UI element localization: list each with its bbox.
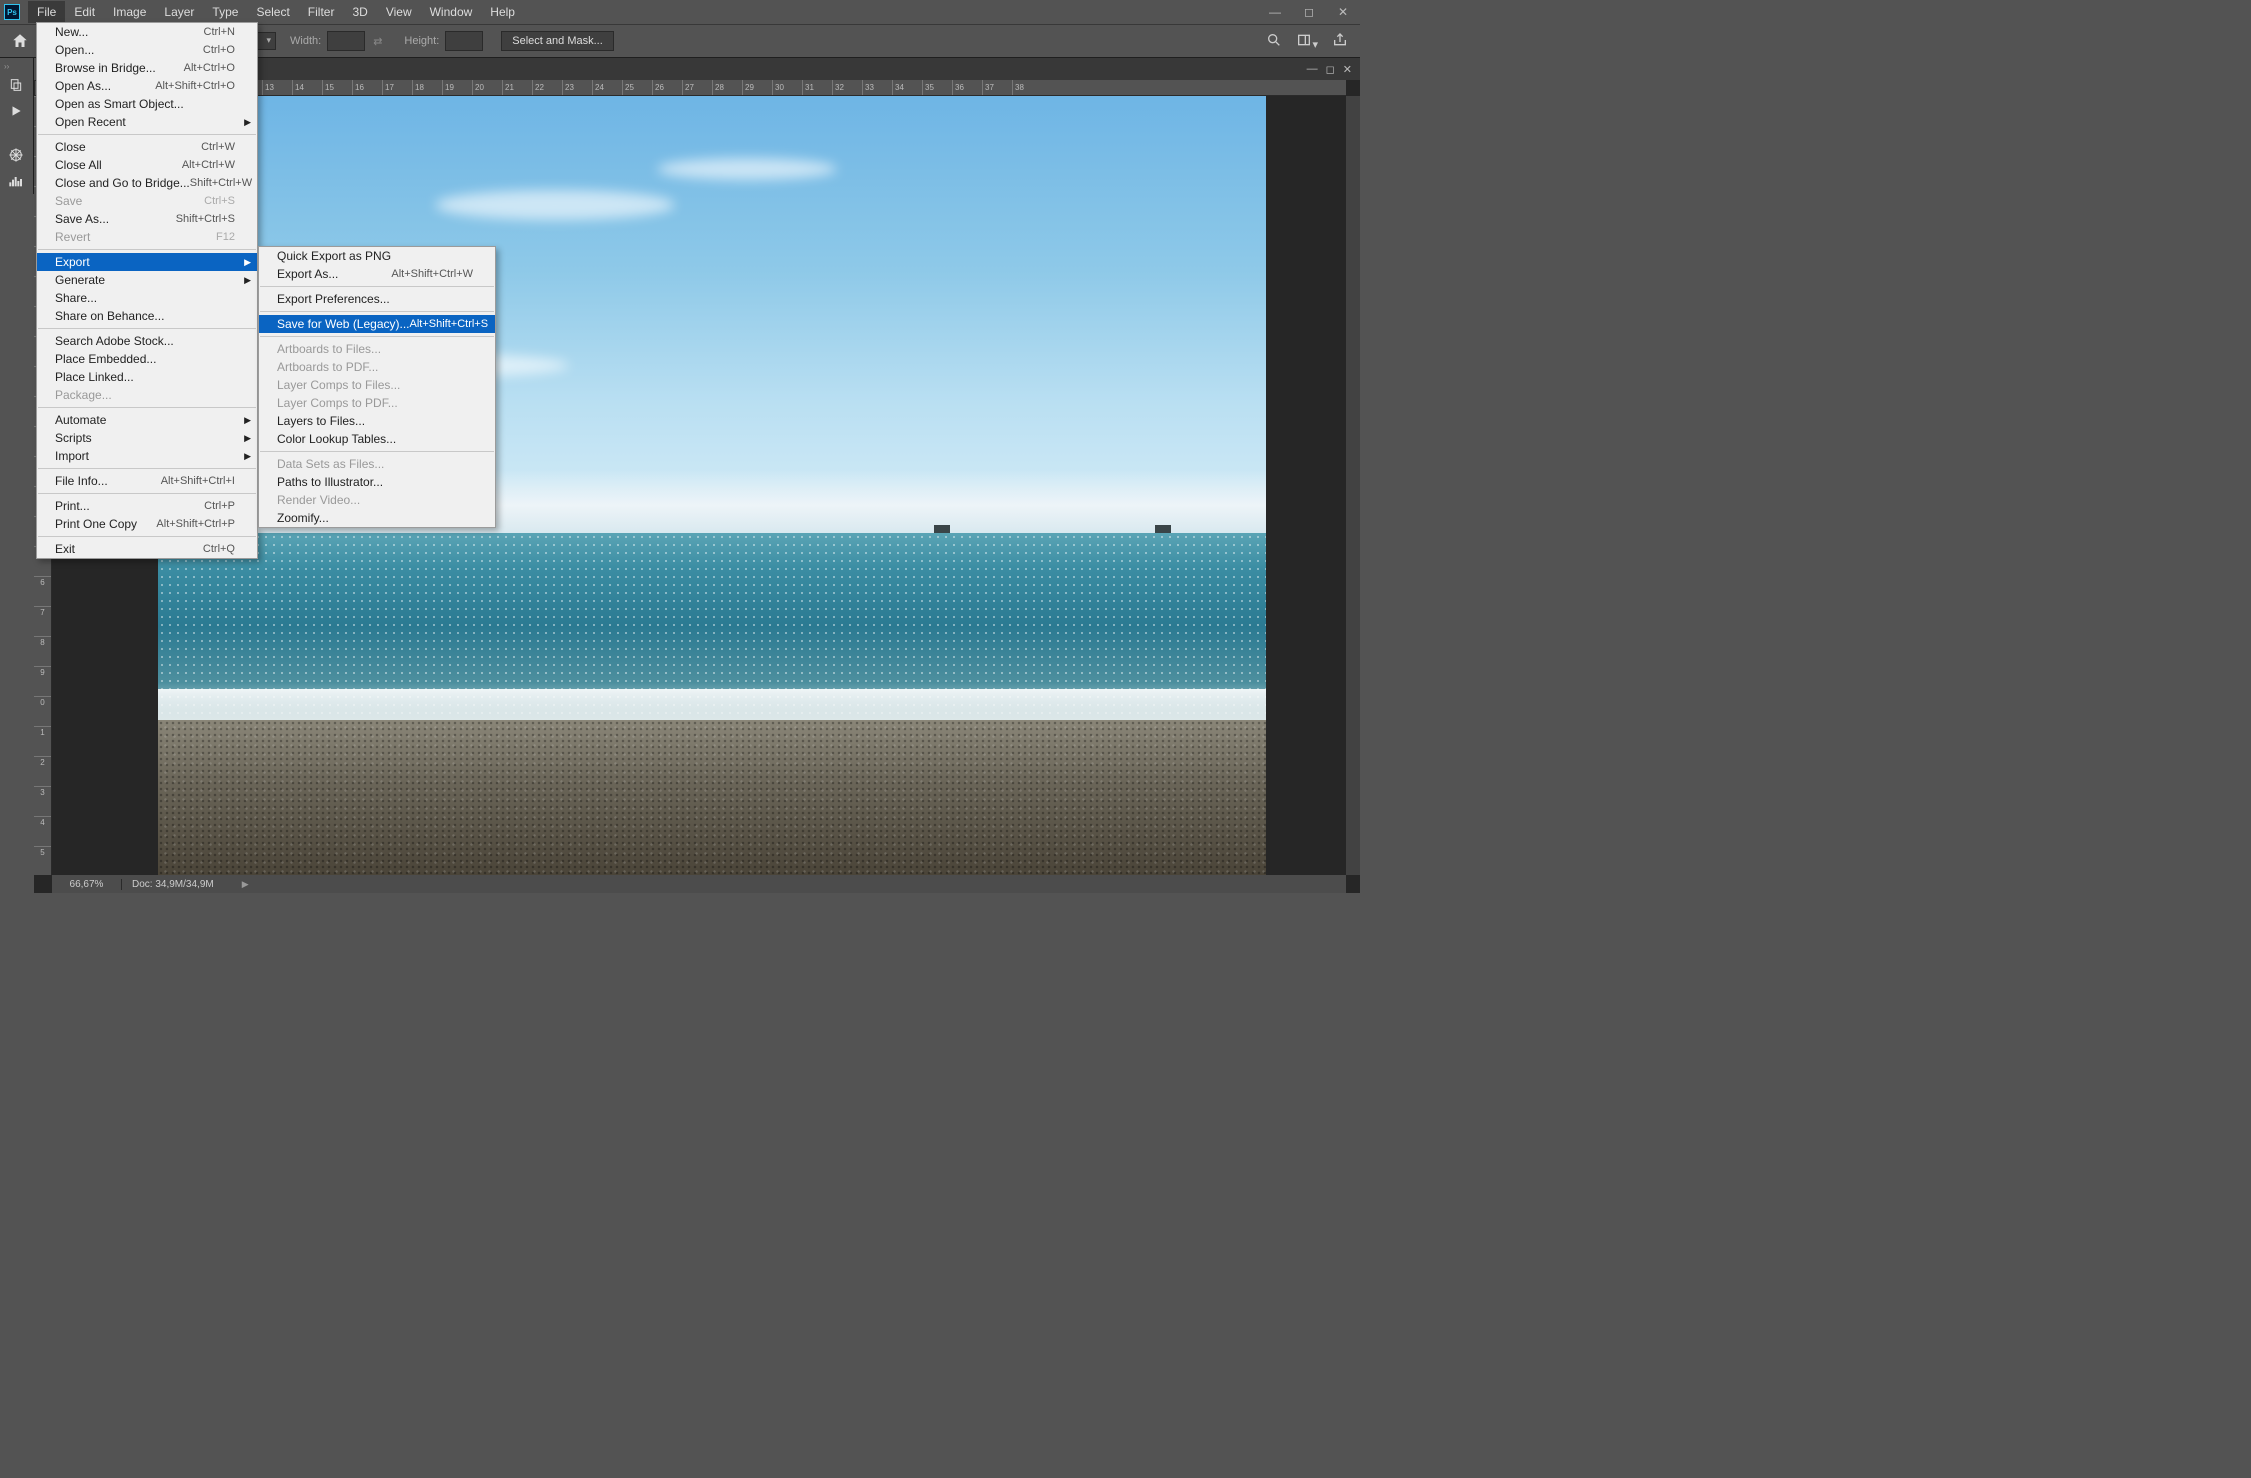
height-input[interactable] (445, 31, 483, 51)
menu-item-close-all[interactable]: Close AllAlt+Ctrl+W (37, 156, 257, 174)
select-and-mask-button[interactable]: Select and Mask... (501, 31, 614, 51)
maximize-button[interactable]: ◻ (1292, 5, 1326, 19)
menu-item-layers-to-files[interactable]: Layers to Files... (259, 412, 495, 430)
home-icon[interactable] (6, 27, 34, 55)
menu-item-package: Package... (37, 386, 257, 404)
search-icon[interactable] (1266, 32, 1282, 51)
menu-bar: Ps FileEditImageLayerTypeSelectFilter3DV… (0, 0, 1360, 24)
minimize-button[interactable]: — (1258, 5, 1292, 19)
workspace-switcher-icon[interactable]: ▾ (1296, 32, 1318, 51)
doc-size-status: Doc: 34,9M/34,9M (122, 879, 214, 890)
menu-item-print-one-copy[interactable]: Print One CopyAlt+Shift+Ctrl+P (37, 515, 257, 533)
swap-icon[interactable]: ⇄ (373, 35, 382, 48)
tab-minimize-icon[interactable]: — (1307, 63, 1318, 76)
menu-item-data-sets-as-files: Data Sets as Files... (259, 455, 495, 473)
menu-item-color-lookup-tables[interactable]: Color Lookup Tables... (259, 430, 495, 448)
menu-item-import[interactable]: Import▶ (37, 447, 257, 465)
menu-item-save-as[interactable]: Save As...Shift+Ctrl+S (37, 210, 257, 228)
file-menu-dropdown: New...Ctrl+NOpen...Ctrl+OBrowse in Bridg… (36, 22, 258, 559)
menu-item-open-as-smart-object[interactable]: Open as Smart Object... (37, 95, 257, 113)
menu-type[interactable]: Type (203, 1, 247, 23)
menu-item-place-linked[interactable]: Place Linked... (37, 368, 257, 386)
menu-item-export-preferences[interactable]: Export Preferences... (259, 290, 495, 308)
menu-item-automate[interactable]: Automate▶ (37, 411, 257, 429)
menu-item-new[interactable]: New...Ctrl+N (37, 23, 257, 41)
tab-close-icon[interactable]: ✕ (1343, 63, 1352, 76)
menu-select[interactable]: Select (247, 1, 298, 23)
menu-item-layer-comps-to-pdf: Layer Comps to PDF... (259, 394, 495, 412)
vertical-scrollbar[interactable] (1346, 96, 1360, 875)
menu-item-open-recent[interactable]: Open Recent▶ (37, 113, 257, 131)
window-controls: — ◻ ✕ (1258, 5, 1360, 19)
share-icon[interactable] (1332, 32, 1348, 51)
menu-file[interactable]: File (28, 1, 65, 23)
menu-item-layer-comps-to-files: Layer Comps to Files... (259, 376, 495, 394)
menu-edit[interactable]: Edit (65, 1, 104, 23)
menu-item-artboards-to-pdf: Artboards to PDF... (259, 358, 495, 376)
menu-item-render-video: Render Video... (259, 491, 495, 509)
export-submenu-dropdown: Quick Export as PNGExport As...Alt+Shift… (258, 246, 496, 528)
status-menu-icon[interactable]: ▶ (242, 879, 249, 890)
menu-filter[interactable]: Filter (299, 1, 344, 23)
menu-item-artboards-to-files: Artboards to Files... (259, 340, 495, 358)
menu-item-open-as[interactable]: Open As...Alt+Shift+Ctrl+O (37, 77, 257, 95)
menu-3d[interactable]: 3D (343, 1, 376, 23)
menu-item-browse-in-bridge[interactable]: Browse in Bridge...Alt+Ctrl+O (37, 59, 257, 77)
menu-item-share[interactable]: Share... (37, 289, 257, 307)
menu-item-zoomify[interactable]: Zoomify... (259, 509, 495, 527)
menu-item-save: SaveCtrl+S (37, 192, 257, 210)
menu-item-save-for-web-legacy[interactable]: Save for Web (Legacy)...Alt+Shift+Ctrl+S (259, 315, 495, 333)
menu-item-export-as[interactable]: Export As...Alt+Shift+Ctrl+W (259, 265, 495, 283)
menu-view[interactable]: View (377, 1, 421, 23)
menu-item-revert: RevertF12 (37, 228, 257, 246)
menu-item-paths-to-illustrator[interactable]: Paths to Illustrator... (259, 473, 495, 491)
menu-item-generate[interactable]: Generate▶ (37, 271, 257, 289)
menu-item-scripts[interactable]: Scripts▶ (37, 429, 257, 447)
menu-item-close-and-go-to-bridge[interactable]: Close and Go to Bridge...Shift+Ctrl+W (37, 174, 257, 192)
menu-item-open[interactable]: Open...Ctrl+O (37, 41, 257, 59)
app-logo: Ps (4, 4, 20, 20)
zoom-level[interactable]: 66,67% (52, 879, 122, 890)
menu-layer[interactable]: Layer (155, 1, 203, 23)
tools-panel: ›› (0, 58, 34, 194)
close-window-button[interactable]: ✕ (1326, 5, 1360, 19)
width-input[interactable] (327, 31, 365, 51)
menu-item-share-on-behance[interactable]: Share on Behance... (37, 307, 257, 325)
collapse-icon[interactable]: ›› (0, 62, 33, 72)
width-label: Width: (290, 35, 321, 47)
menu-item-search-adobe-stock[interactable]: Search Adobe Stock... (37, 332, 257, 350)
histogram-tool-icon[interactable] (0, 168, 32, 194)
play-tool-icon[interactable] (0, 98, 32, 124)
menu-help[interactable]: Help (481, 1, 524, 23)
height-label: Height: (404, 35, 439, 47)
tab-maximize-icon[interactable]: ◻ (1326, 63, 1335, 76)
menu-item-close[interactable]: CloseCtrl+W (37, 138, 257, 156)
menu-item-place-embedded[interactable]: Place Embedded... (37, 350, 257, 368)
menu-item-file-info[interactable]: File Info...Alt+Shift+Ctrl+I (37, 472, 257, 490)
menu-item-export[interactable]: Export▶ (37, 253, 257, 271)
wheel-tool-icon[interactable] (0, 142, 32, 168)
menu-item-quick-export-as-png[interactable]: Quick Export as PNG (259, 247, 495, 265)
menu-item-exit[interactable]: ExitCtrl+Q (37, 540, 257, 558)
menu-item-print[interactable]: Print...Ctrl+P (37, 497, 257, 515)
menu-image[interactable]: Image (104, 1, 155, 23)
status-bar: 66,67% Doc: 34,9M/34,9M ▶ (52, 875, 1346, 893)
artboard-tool-icon[interactable] (0, 72, 32, 98)
menu-window[interactable]: Window (421, 1, 482, 23)
